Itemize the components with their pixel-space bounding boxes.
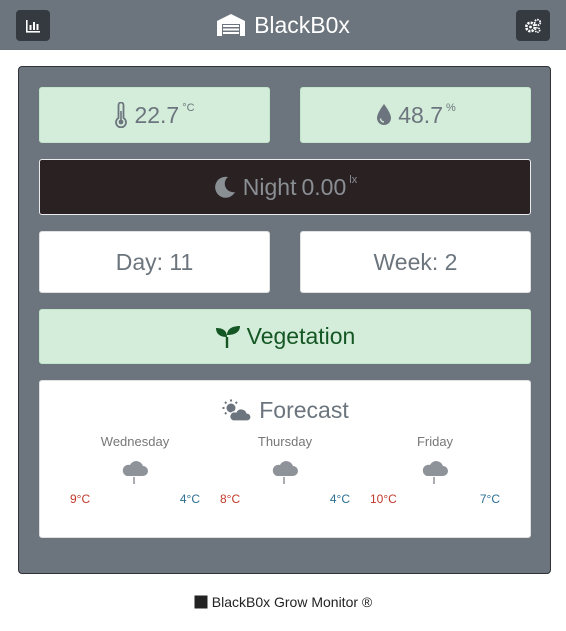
temperature-card: 22.7 °C bbox=[39, 87, 270, 143]
humidity-unit: % bbox=[445, 102, 456, 114]
thermometer-icon bbox=[115, 102, 128, 128]
grow-day: Day: 11 bbox=[115, 248, 194, 275]
forecast-card: Forecast Wednesday 9°C 4°C Thursday 8°C … bbox=[39, 380, 531, 538]
day-card: Day: 11 bbox=[39, 231, 270, 293]
forecast-high: 9°C bbox=[70, 492, 91, 506]
dashboard-panel: 22.7 °C 48.7 % Night 0.00 lx Day: 11 Wee… bbox=[18, 66, 551, 574]
cloud-rain-icon bbox=[422, 461, 448, 484]
warehouse-icon bbox=[217, 14, 246, 36]
forecast-low: 7°C bbox=[479, 492, 500, 506]
gears-icon bbox=[525, 18, 542, 33]
forecast-day-name: Friday bbox=[416, 434, 454, 449]
forecast-day-name: Wednesday bbox=[100, 434, 170, 449]
moon-icon bbox=[214, 176, 235, 198]
light-unit: lx bbox=[349, 174, 358, 186]
footer-text: BlackB0x Grow Monitor ® bbox=[211, 594, 373, 610]
cloud-rain-icon bbox=[272, 461, 298, 484]
forecast-high: 8°C bbox=[220, 492, 241, 506]
forecast-day-wednesday: Wednesday 9°C 4°C bbox=[70, 434, 200, 506]
forecast-title: Forecast bbox=[259, 397, 349, 423]
seedling-icon bbox=[215, 325, 240, 348]
forecast-high: 10°C bbox=[370, 492, 397, 506]
humidity-card: 48.7 % bbox=[300, 87, 531, 143]
forecast-low: 4°C bbox=[179, 492, 200, 506]
week-card: Week: 2 bbox=[300, 231, 531, 293]
forecast-day-friday: Friday 10°C 7°C bbox=[370, 434, 500, 506]
humidity-value: 48.7 bbox=[398, 101, 443, 128]
grow-week: Week: 2 bbox=[373, 248, 458, 275]
forecast-day-thursday: Thursday 8°C 4°C bbox=[220, 434, 350, 506]
cloud-sun-icon bbox=[222, 399, 252, 422]
phase-card: Vegetation bbox=[39, 309, 531, 364]
footer: BlackB0x Grow Monitor ® bbox=[0, 594, 566, 610]
brand[interactable]: BlackB0x bbox=[0, 0, 566, 50]
forecast-low: 4°C bbox=[329, 492, 350, 506]
cloud-rain-icon bbox=[122, 461, 148, 484]
temperature-unit: °C bbox=[182, 102, 195, 114]
forecast-header: Forecast bbox=[40, 397, 530, 424]
grow-phase: Vegetation bbox=[246, 323, 356, 349]
forecast-day-name: Thursday bbox=[257, 434, 313, 449]
light-mode: Night bbox=[242, 173, 297, 200]
droplet-icon bbox=[377, 104, 392, 125]
square-icon bbox=[194, 595, 208, 609]
brand-name: BlackB0x bbox=[254, 11, 350, 38]
light-card: Night 0.00 lx bbox=[39, 159, 531, 215]
settings-button[interactable] bbox=[516, 10, 550, 41]
top-navbar: BlackB0x bbox=[0, 0, 566, 50]
temperature-value: 22.7 bbox=[134, 101, 180, 128]
light-value: 0.00 bbox=[301, 173, 347, 200]
